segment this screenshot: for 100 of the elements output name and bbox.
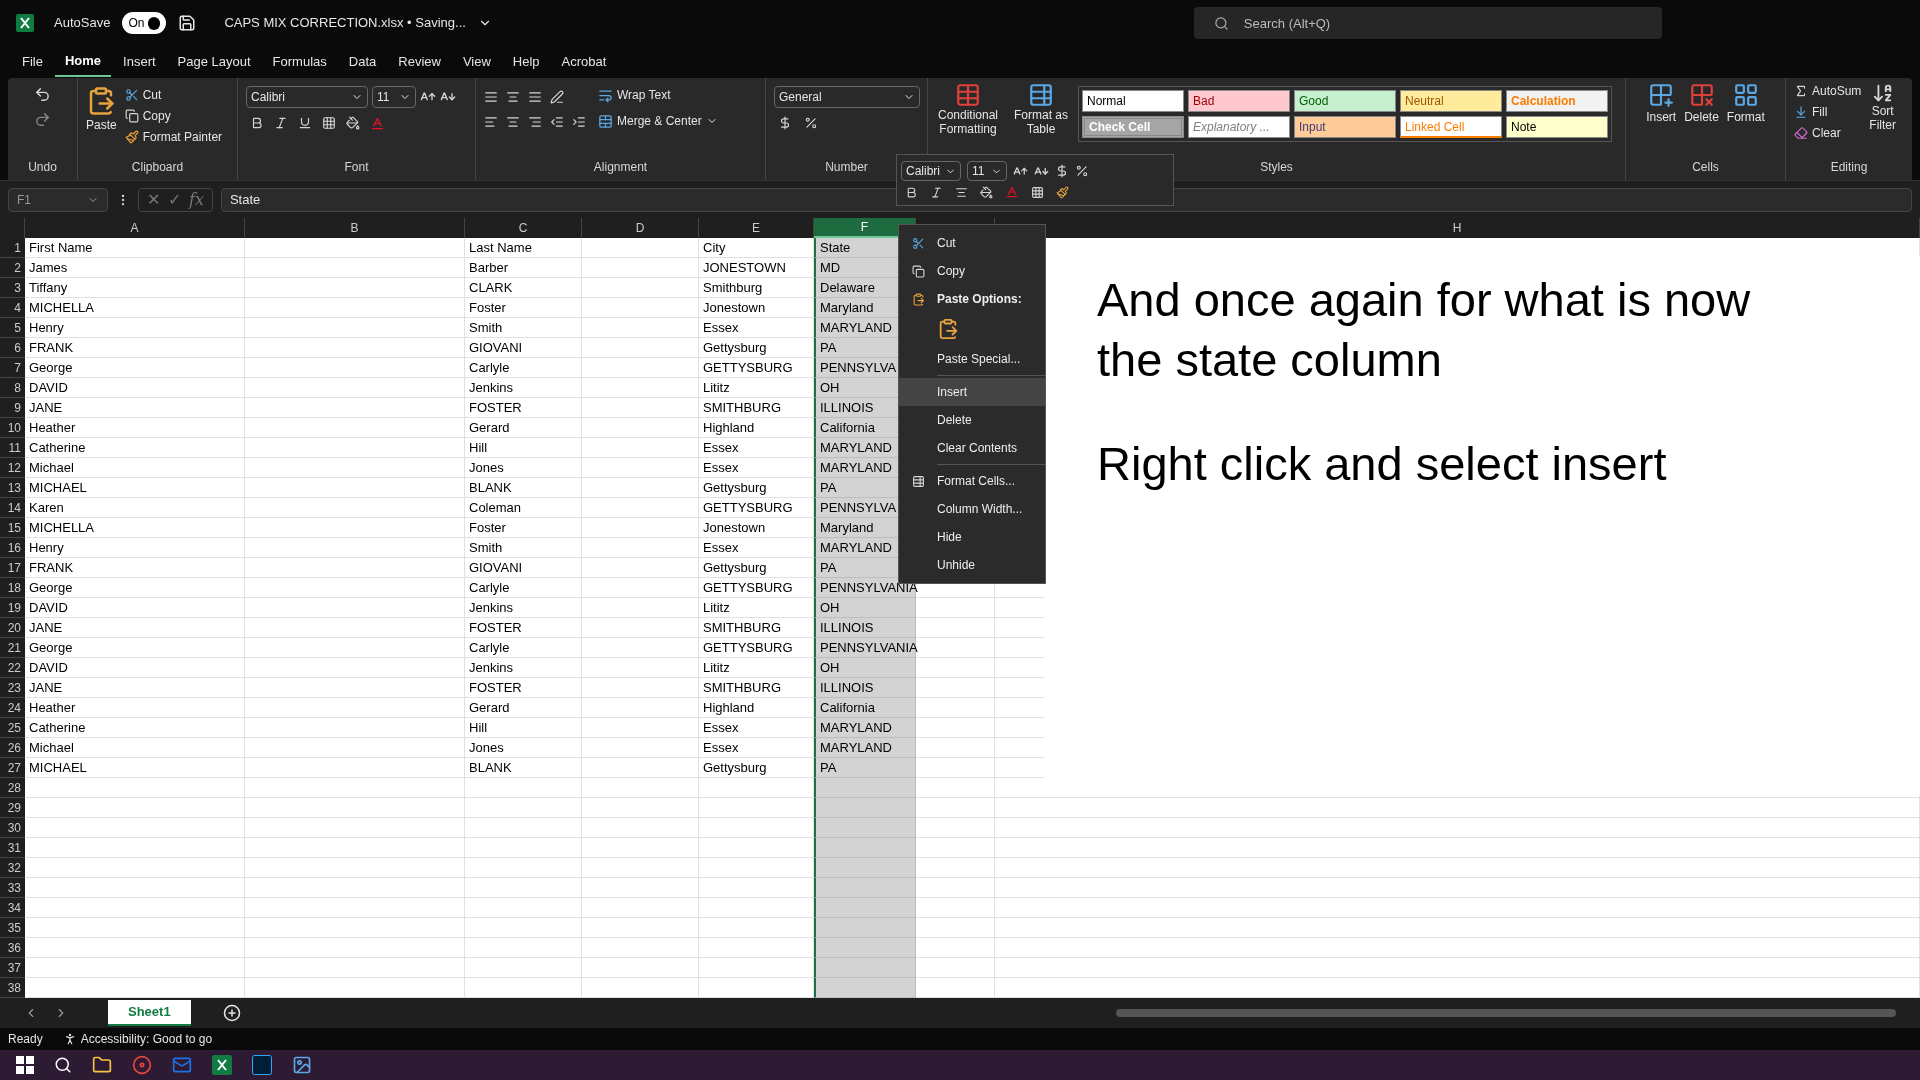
align-right-icon[interactable]	[528, 115, 542, 129]
row-number[interactable]: 25	[0, 718, 25, 738]
undo-icon[interactable]	[34, 86, 51, 103]
cell-style-swatch[interactable]: Normal	[1082, 90, 1184, 112]
align-center-icon[interactable]	[955, 185, 968, 199]
font-color-icon[interactable]	[370, 116, 385, 131]
row-number[interactable]: 32	[0, 858, 25, 878]
row-number[interactable]: 22	[0, 658, 25, 678]
font-size-dropdown[interactable]: 11	[967, 161, 1007, 181]
merge-center-button[interactable]: Merge & Center	[598, 112, 718, 130]
insert-cells-button[interactable]: Insert	[1646, 82, 1677, 126]
format-painter-icon[interactable]	[1056, 185, 1069, 199]
menu-tab[interactable]: View	[452, 48, 501, 76]
cancel-button[interactable]: ✕	[147, 187, 160, 212]
row-number[interactable]: 30	[0, 818, 25, 838]
currency-icon[interactable]	[778, 116, 792, 130]
menu-tab[interactable]: Page Layout	[167, 48, 261, 76]
row-number[interactable]: 8	[0, 378, 25, 398]
bold-icon[interactable]	[250, 116, 264, 130]
name-box[interactable]: F1	[8, 187, 108, 212]
menu-tab[interactable]: Home	[54, 47, 112, 77]
row-number[interactable]: 31	[0, 838, 25, 858]
autosum-button[interactable]: AutoSum	[1794, 82, 1862, 100]
row-number[interactable]: 34	[0, 898, 25, 918]
menu-tab[interactable]: Review	[388, 48, 451, 76]
percent-icon[interactable]	[804, 116, 818, 130]
row-number[interactable]: 11	[0, 438, 25, 458]
sort-filter-button[interactable]: Sort Filter	[1869, 82, 1897, 142]
font-name-dropdown[interactable]: Calibri	[246, 86, 368, 108]
photos-icon[interactable]	[292, 1055, 312, 1075]
font-color-icon[interactable]	[1005, 185, 1019, 199]
row-number[interactable]: 5	[0, 318, 25, 338]
accessibility-status[interactable]: Accessibility: Good to go	[62, 1030, 213, 1048]
paste-option-icon[interactable]	[937, 318, 959, 340]
italic-icon[interactable]	[930, 185, 943, 199]
image-editor-icon[interactable]	[252, 1055, 272, 1075]
row-number[interactable]: 16	[0, 538, 25, 558]
menu-tab[interactable]: Insert	[113, 48, 166, 76]
cell-style-swatch[interactable]: Bad	[1188, 90, 1290, 112]
insert-function-button[interactable]: fx	[189, 187, 204, 212]
fill-color-icon[interactable]	[346, 116, 360, 130]
cell-style-swatch[interactable]: Explanatory ...	[1188, 116, 1290, 138]
cell-style-swatch[interactable]: Good	[1294, 90, 1396, 112]
menu-tab[interactable]: File	[12, 48, 53, 76]
number-format-dropdown[interactable]: General	[774, 86, 920, 108]
increase-indent-icon[interactable]	[572, 115, 586, 129]
font-name-dropdown[interactable]: Calibri	[901, 161, 961, 181]
format-as-table-button[interactable]: Format as Table	[1008, 82, 1074, 142]
save-icon[interactable]	[178, 14, 197, 32]
row-number[interactable]: 28	[0, 778, 25, 798]
row-number[interactable]: 10	[0, 418, 25, 438]
underline-icon[interactable]	[298, 116, 312, 130]
row-number[interactable]: 14	[0, 498, 25, 518]
align-center-icon[interactable]	[506, 115, 520, 129]
column-header[interactable]: D	[582, 218, 699, 238]
column-header[interactable]: C	[465, 218, 582, 238]
cell-style-swatch[interactable]: Note	[1506, 116, 1608, 138]
row-number[interactable]: 4	[0, 298, 25, 318]
borders-icon[interactable]	[322, 116, 336, 130]
row-number[interactable]: 7	[0, 358, 25, 378]
row-number[interactable]: 37	[0, 958, 25, 978]
row-number[interactable]: 6	[0, 338, 25, 358]
row-number[interactable]: 24	[0, 698, 25, 718]
column-header[interactable]: A	[25, 218, 245, 238]
row-number[interactable]: 15	[0, 518, 25, 538]
horizontal-scrollbar[interactable]	[1116, 1009, 1896, 1017]
enter-button[interactable]: ✓	[168, 187, 181, 212]
folder-icon[interactable]	[92, 1055, 112, 1075]
conditional-formatting-button[interactable]: Conditional Formatting	[932, 82, 1004, 142]
menu-tab[interactable]: Data	[338, 48, 387, 76]
bold-icon[interactable]	[905, 185, 918, 199]
search-field[interactable]: Search (Alt+Q)	[1193, 7, 1662, 39]
search-icon[interactable]	[54, 1056, 72, 1074]
row-number[interactable]: 9	[0, 398, 25, 418]
clear-button[interactable]: Clear	[1794, 124, 1862, 142]
italic-icon[interactable]	[274, 116, 288, 130]
autosave-toggle[interactable]: On	[122, 12, 167, 34]
row-number[interactable]: 23	[0, 678, 25, 698]
mail-icon[interactable]	[172, 1055, 192, 1075]
row-number[interactable]: 12	[0, 458, 25, 478]
redo-icon[interactable]	[34, 111, 51, 128]
row-number[interactable]: 33	[0, 878, 25, 898]
row-number[interactable]: 38	[0, 978, 25, 998]
cell-style-swatch[interactable]: Neutral	[1400, 90, 1502, 112]
format-painter-button[interactable]: Format Painter	[124, 128, 223, 146]
row-number[interactable]: 1	[0, 238, 25, 258]
currency-icon[interactable]	[1055, 164, 1069, 178]
copy-button[interactable]: Copy	[124, 107, 223, 125]
row-number[interactable]: 26	[0, 738, 25, 758]
add-sheet-icon[interactable]	[222, 1004, 241, 1022]
row-number[interactable]: 27	[0, 758, 25, 778]
decrease-indent-icon[interactable]	[550, 115, 564, 129]
align-middle-icon[interactable]	[506, 90, 520, 104]
format-cells-button[interactable]: Format	[1726, 82, 1765, 126]
row-number[interactable]: 3	[0, 278, 25, 298]
align-left-icon[interactable]	[484, 115, 498, 129]
row-number[interactable]: 18	[0, 578, 25, 598]
percent-icon[interactable]	[1075, 164, 1089, 178]
windows-start-icon[interactable]	[16, 1056, 34, 1074]
fill-button[interactable]: Fill	[1794, 103, 1862, 121]
